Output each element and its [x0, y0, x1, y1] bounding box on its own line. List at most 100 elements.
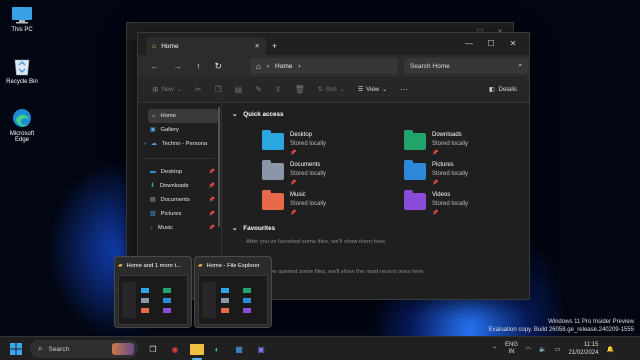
new-button[interactable]: ⊕ New ⌄: [152, 85, 182, 94]
address-bar[interactable]: ⌂ › Home ›: [250, 58, 398, 74]
notification-bell-icon[interactable]: 🔔: [606, 346, 613, 353]
watermark-edition: Windows 11 Pro Insider Preview: [548, 319, 634, 325]
pin-icon: 📌: [432, 210, 439, 216]
item-name: Downloads: [432, 132, 462, 138]
thumbnail-title: Home - File Explorer: [206, 263, 260, 269]
desktop-icon-label: This PC: [11, 27, 33, 33]
forward-icon[interactable]: →: [173, 61, 182, 71]
search-input[interactable]: Search Home ⌕: [404, 58, 528, 74]
wifi-icon[interactable]: ◠: [526, 346, 531, 353]
maximize-icon[interactable]: ☐: [481, 33, 501, 53]
navigation-bar: ← → ↑ ↻ ⌂ › Home › Search Home ⌕: [138, 55, 529, 77]
new-tab-button[interactable]: +: [272, 41, 277, 51]
plus-icon: ⊕: [152, 85, 159, 94]
copy-icon[interactable]: ❐: [214, 85, 221, 94]
sidebar-item-label: Home: [160, 113, 176, 119]
refresh-icon[interactable]: ↻: [215, 61, 223, 72]
sidebar-item-onedrive[interactable]: › ☁ Techno - Persona: [138, 137, 221, 151]
new-label: New: [161, 86, 174, 93]
quick-access-item-documents[interactable]: Documents Stored locally 📌: [262, 160, 326, 188]
store-taskbar-icon[interactable]: ▦: [232, 342, 246, 356]
share-icon[interactable]: ⇪: [275, 85, 282, 94]
chevron-right-icon[interactable]: ›: [144, 141, 146, 147]
desktop-icon-this-pc[interactable]: This PC: [0, 6, 44, 33]
edge-taskbar-icon[interactable]: ◐: [210, 342, 224, 356]
teams-taskbar-icon[interactable]: ▣: [254, 342, 268, 356]
taskbar-thumbnail[interactable]: ▰ Home and 1 more t...: [114, 256, 192, 328]
sort-icon: ⇅: [317, 87, 323, 93]
tab-home[interactable]: ⌂ Home ✕: [146, 37, 266, 55]
item-name: Pictures: [432, 162, 454, 168]
sidebar-item-label: Desktop: [160, 169, 183, 175]
quick-access-item-videos[interactable]: Videos Stored locally 📌: [404, 190, 468, 218]
up-icon[interactable]: ↑: [196, 61, 201, 71]
sidebar-item-gallery[interactable]: ▣ Gallery: [138, 123, 221, 137]
sort-button[interactable]: ⇅ Sort ⌄: [317, 86, 345, 94]
pin-icon: 📌: [208, 197, 215, 203]
lang-code: ENG: [505, 342, 519, 348]
item-name: Documents: [290, 162, 321, 168]
recent-empty-message: After you've opened some files, we'll sh…: [246, 269, 426, 275]
pin-icon: 📌: [208, 183, 215, 189]
quick-access-item-music[interactable]: Music Stored locally 📌: [262, 190, 326, 218]
sidebar-item-home[interactable]: ⌂ Home: [148, 109, 218, 123]
quick-access-item-pictures[interactable]: Pictures Stored locally 📌: [404, 160, 468, 188]
file-explorer-taskbar-icon[interactable]: [190, 344, 204, 355]
desktop-folder-icon: [262, 130, 284, 150]
more-options-button[interactable]: ···: [400, 85, 408, 94]
task-view-icon[interactable]: ❐: [146, 342, 160, 356]
desktop-icon-recycle-bin[interactable]: Recycle Bin: [0, 56, 44, 85]
details-button[interactable]: ◧ Details: [489, 86, 517, 94]
chevron-down-icon: ⌄: [339, 87, 345, 93]
rename-icon[interactable]: ✎: [255, 85, 262, 94]
documents-folder-icon: [262, 160, 284, 180]
downloads-folder-icon: [404, 130, 426, 150]
minimize-icon[interactable]: —: [459, 33, 479, 53]
sidebar-item-pictures[interactable]: ▨ Pictures 📌: [138, 207, 221, 221]
downloads-icon: ⬇: [150, 183, 155, 189]
sidebar-item-desktop[interactable]: ▬ Desktop 📌: [138, 165, 221, 179]
cut-icon[interactable]: ✂: [195, 85, 202, 94]
clock[interactable]: 11:15 21/02/2024: [568, 341, 598, 357]
taskbar-thumbnail[interactable]: ▰ Home - File Explorer: [194, 256, 272, 328]
time-text: 11:15: [583, 342, 599, 348]
quick-access-header[interactable]: ⌄ Quick access: [232, 111, 284, 118]
sidebar-item-documents[interactable]: ▤ Documents 📌: [138, 193, 221, 207]
taskbar: ⌕ Search ❐ ◉ ◐ ▦ ▣ ⌃ ENG IN ◠ 🔈 ▭ 11:15 21…: [0, 336, 640, 360]
close-tab-icon[interactable]: ✕: [255, 42, 260, 50]
delete-icon[interactable]: 🗑: [295, 85, 305, 94]
desktop-icon: ▬: [150, 169, 156, 175]
thumbnail-preview: [118, 275, 188, 325]
command-bar: ⊕ New ⌄ ✂ ❐ ▤ ✎ ⇪ 🗑 ⇅ Sort ⌄ ☰ View ⌄ ··· ◧ Det…: [138, 77, 529, 103]
pictures-folder-icon: [404, 160, 426, 180]
monitor-icon: [12, 7, 32, 24]
sidebar-scrollbar[interactable]: [218, 107, 220, 227]
item-location: Stored locally: [290, 141, 327, 147]
taskbar-search[interactable]: ⌕ Search: [30, 340, 138, 358]
chevron-up-icon[interactable]: ⌃: [492, 346, 497, 353]
battery-icon[interactable]: ▭: [555, 346, 561, 353]
language-indicator[interactable]: ENG IN: [505, 342, 518, 356]
paste-icon[interactable]: ▤: [235, 85, 243, 94]
app-icon-red[interactable]: ◉: [168, 342, 182, 356]
edge-icon: [13, 109, 31, 127]
videos-folder-icon: [404, 190, 426, 210]
volume-icon[interactable]: 🔈: [539, 346, 546, 353]
view-button[interactable]: ☰ View ⌄: [358, 86, 387, 94]
quick-access-item-desktop[interactable]: Desktop Stored locally 📌: [262, 130, 327, 158]
quick-access-item-downloads[interactable]: Downloads Stored locally 📌: [404, 130, 469, 158]
start-button[interactable]: [9, 342, 23, 356]
address-location: Home: [275, 62, 293, 70]
close-icon[interactable]: ✕: [503, 33, 523, 53]
item-location: Stored locally: [432, 141, 469, 147]
sidebar-item-downloads[interactable]: ⬇ Downloads 📌: [138, 179, 221, 193]
sort-label: Sort: [325, 86, 337, 93]
pin-icon: 📌: [208, 225, 215, 231]
sidebar-item-music[interactable]: ♪ Music 📌: [138, 221, 221, 235]
back-icon[interactable]: ←: [150, 61, 159, 71]
desktop-icon-edge[interactable]: Microsoft Edge: [0, 108, 44, 143]
lang-region: IN: [508, 349, 515, 355]
search-icon: ⌕: [38, 344, 43, 353]
favourites-header[interactable]: ⌄ Favourites: [232, 225, 275, 232]
pin-icon: 📌: [208, 169, 215, 175]
